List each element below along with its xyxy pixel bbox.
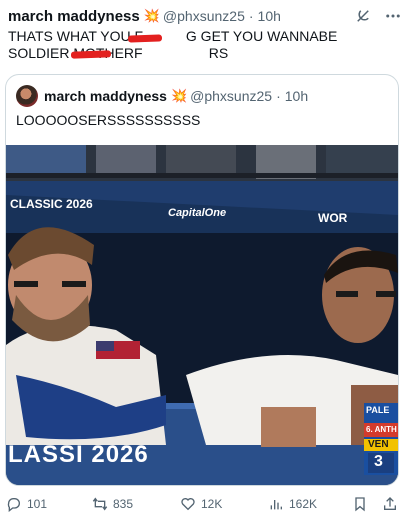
photo-sign-line1: PALE xyxy=(366,405,390,415)
photo-banner-sponsor: CapitalOne xyxy=(168,207,227,219)
views-button[interactable]: 162K xyxy=(268,496,317,512)
repost-button[interactable]: 835 xyxy=(92,496,133,512)
quoted-author-emoji: 💥 xyxy=(170,88,188,103)
reply-button[interactable]: 101 xyxy=(6,496,47,512)
author-name[interactable]: march maddyness xyxy=(8,8,140,25)
quoted-handle[interactable]: @phxsunz25 xyxy=(190,88,272,104)
dot-separator: · xyxy=(276,88,281,104)
redaction-mark xyxy=(127,34,163,43)
tweet-text: THATS WHAT YOU F G GET YOU WANNABE SOLDI… xyxy=(8,28,338,61)
quoted-author-name[interactable]: march maddyness xyxy=(44,88,167,104)
views-count: 162K xyxy=(289,497,318,511)
photo-sign-line2: 6. ANTH xyxy=(366,425,397,434)
reply-count: 101 xyxy=(27,497,48,511)
reply-icon xyxy=(6,496,22,512)
quoted-text: LOOOOOSERSSSSSSSSSS xyxy=(16,112,201,128)
header-actions xyxy=(354,7,402,25)
photo-illustration xyxy=(6,145,398,485)
action-bar: 101 835 12K 162K xyxy=(0,496,412,516)
tweet-time[interactable]: 10h xyxy=(258,8,281,24)
like-button[interactable]: 12K xyxy=(180,496,222,512)
quoted-header: march maddyness 💥 @phxsunz25 · 10h xyxy=(16,85,308,107)
repost-count: 835 xyxy=(113,497,134,511)
quoted-time[interactable]: 10h xyxy=(285,88,308,104)
repost-icon xyxy=(92,496,108,512)
tweet-header: march maddyness 💥 @phxsunz25 · 10h xyxy=(8,6,402,26)
bookmark-button[interactable] xyxy=(352,496,368,512)
tweet-photo[interactable]: CLASSIC 2026 CapitalOne WOR LASSI 2026 P… xyxy=(6,145,398,485)
bookmark-icon xyxy=(352,496,368,512)
views-icon xyxy=(268,496,284,512)
photo-banner-left: CLASSIC 2026 xyxy=(10,197,93,211)
share-button[interactable] xyxy=(382,496,398,512)
dot-separator: · xyxy=(248,8,254,24)
like-count: 12K xyxy=(201,497,223,511)
more-icon[interactable] xyxy=(384,7,402,25)
quoted-tweet[interactable]: march maddyness 💥 @phxsunz25 · 10h LOOOO… xyxy=(5,74,399,486)
avatar[interactable] xyxy=(16,85,38,107)
grok-icon[interactable] xyxy=(354,7,372,25)
photo-sign-line3: VEN xyxy=(368,439,389,450)
like-icon xyxy=(180,496,196,512)
photo-banner-right: WOR xyxy=(318,211,348,225)
photo-bottom-banner: LASSI 2026 xyxy=(8,441,149,468)
share-icon xyxy=(382,496,398,512)
author-handle[interactable]: @phxsunz25 xyxy=(163,8,245,24)
photo-sign-line4: 3 xyxy=(374,453,383,470)
author-emoji: 💥 xyxy=(143,8,160,23)
redaction-mark xyxy=(70,50,112,59)
